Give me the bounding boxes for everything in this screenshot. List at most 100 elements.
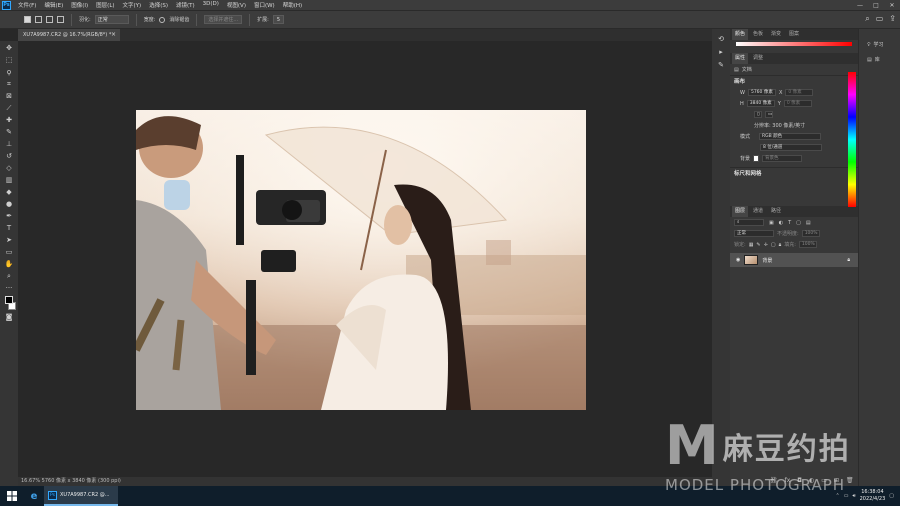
- blend-mode-select[interactable]: 正常: [734, 230, 774, 237]
- volume-icon[interactable]: 🔊︎: [852, 493, 855, 499]
- search-icon[interactable]: ⌕: [865, 14, 869, 24]
- tab-properties[interactable]: 属性: [732, 53, 749, 64]
- frame-tool-icon[interactable]: ⊠: [4, 92, 14, 101]
- actions-panel-icon[interactable]: ▸: [716, 48, 726, 57]
- portrait-icon[interactable]: ▯: [754, 111, 762, 118]
- menu-item[interactable]: 视图(V): [223, 1, 250, 9]
- eraser-tool-icon[interactable]: ◇: [4, 164, 14, 173]
- filter-adjust-icon[interactable]: ◐: [779, 220, 783, 226]
- layer-style-icon[interactable]: fx: [785, 477, 791, 484]
- background-swatch[interactable]: [753, 155, 760, 162]
- lock-position-icon[interactable]: ✛: [764, 242, 768, 248]
- fill-field[interactable]: 100%: [798, 241, 817, 248]
- adjustment-layer-icon[interactable]: ◐: [809, 477, 814, 484]
- libraries-item[interactable]: ▤ 库: [867, 56, 900, 64]
- expand-field[interactable]: 5: [272, 15, 285, 24]
- crop-tool-icon[interactable]: ⌗: [4, 80, 14, 89]
- mode-select[interactable]: 正常: [94, 15, 129, 24]
- menu-item[interactable]: 滤镜(T): [172, 1, 199, 9]
- foreground-color-swatch[interactable]: [5, 296, 13, 304]
- lock-paint-icon[interactable]: ✎: [756, 242, 760, 248]
- delete-layer-icon[interactable]: 🗑︎: [846, 477, 854, 484]
- edge-browser-icon[interactable]: e: [24, 491, 44, 502]
- stamp-tool-icon[interactable]: ⊥: [4, 140, 14, 149]
- network-icon[interactable]: ▭: [844, 493, 849, 499]
- lock-artboard-icon[interactable]: ▢: [771, 242, 776, 248]
- history-brush-icon[interactable]: ↺: [4, 152, 14, 161]
- add-mask-icon[interactable]: ◘: [797, 477, 802, 484]
- notification-icon[interactable]: ▢: [889, 493, 894, 499]
- lasso-tool-icon[interactable]: ϙ: [4, 68, 14, 77]
- minimize-button[interactable]: —: [852, 0, 868, 10]
- visibility-eye-icon[interactable]: ◉: [736, 257, 740, 263]
- taskbar-clock[interactable]: 16:38:04 2022/4/23: [860, 489, 886, 503]
- close-tab-icon[interactable]: ×: [111, 29, 116, 41]
- bit-depth-select[interactable]: 8 位/通道: [760, 144, 822, 151]
- menu-item[interactable]: 选择(S): [145, 1, 172, 9]
- tab-gradients[interactable]: 渐变: [768, 29, 784, 40]
- select-and-mask-button[interactable]: 选择并遮住...: [204, 15, 243, 24]
- document-tab[interactable]: XU7A9987.CR2 @ 16.7%(RGB/8*) * ×: [18, 29, 120, 41]
- tab-channels[interactable]: 通道: [750, 206, 766, 217]
- x-field[interactable]: 0 像素: [785, 89, 814, 96]
- healing-tool-icon[interactable]: ✚: [4, 116, 14, 125]
- path-select-icon[interactable]: ➤: [4, 236, 14, 245]
- brush-settings-icon[interactable]: ✎: [716, 61, 726, 70]
- eyedropper-tool-icon[interactable]: ⟋: [4, 104, 14, 113]
- menu-item[interactable]: 窗口(W): [250, 1, 279, 9]
- photoshop-logo[interactable]: Ps: [2, 0, 11, 10]
- tab-swatches[interactable]: 色板: [750, 29, 766, 40]
- menu-item[interactable]: 文件(F): [14, 1, 40, 9]
- tab-patterns[interactable]: 图案: [786, 29, 802, 40]
- subtract-selection-icon[interactable]: [46, 16, 53, 23]
- width-field[interactable]: 5760 像素: [747, 89, 776, 96]
- intersect-selection-icon[interactable]: [57, 16, 64, 23]
- link-layers-icon[interactable]: ⛓: [770, 477, 778, 484]
- menu-item[interactable]: 帮助(H): [279, 1, 306, 9]
- workspace-icon[interactable]: ▭: [876, 14, 884, 24]
- background-select[interactable]: 背景色: [762, 155, 803, 162]
- filter-type-icon[interactable]: T: [788, 220, 791, 226]
- brush-tool-icon[interactable]: ✎: [4, 128, 14, 137]
- rulers-grid-title[interactable]: 标尺和网格: [730, 167, 858, 179]
- antialias-radio[interactable]: [159, 16, 166, 23]
- opacity-field[interactable]: 100%: [801, 230, 820, 237]
- menu-item[interactable]: 编辑(E): [40, 1, 67, 9]
- move-tool-icon[interactable]: ✥: [4, 44, 14, 53]
- tray-chevron-icon[interactable]: ⌃: [836, 493, 840, 499]
- filter-smart-icon[interactable]: ▤: [806, 220, 811, 226]
- blur-tool-icon[interactable]: ◆: [4, 188, 14, 197]
- new-group-icon[interactable]: ▭: [821, 477, 827, 484]
- share-icon[interactable]: ⇪: [889, 14, 896, 24]
- mode-select[interactable]: RGB 颜色: [759, 133, 822, 140]
- tab-adjustments[interactable]: 调整: [750, 53, 766, 64]
- shape-tool-icon[interactable]: ▭: [4, 248, 14, 257]
- landscape-icon[interactable]: ▭: [765, 111, 773, 118]
- color-spectrum[interactable]: [848, 72, 856, 207]
- marquee-tool-icon[interactable]: ⬚: [4, 56, 14, 65]
- close-button[interactable]: ✕: [884, 0, 900, 10]
- taskbar-photoshop[interactable]: Ps XU7A9987.CR2 @...: [44, 486, 118, 506]
- layer-row-background[interactable]: ◉ 背景 🔒︎: [730, 253, 858, 267]
- menu-item[interactable]: 图像(I): [67, 1, 92, 9]
- add-selection-icon[interactable]: [35, 16, 42, 23]
- new-selection-icon[interactable]: [24, 16, 31, 23]
- lock-all-icon[interactable]: 🔒︎: [779, 242, 782, 248]
- menu-item[interactable]: 文字(Y): [119, 1, 146, 9]
- more-tools-icon[interactable]: ···: [4, 284, 14, 293]
- tab-color[interactable]: 颜色: [732, 29, 749, 40]
- canvas-section-title[interactable]: 画布: [730, 75, 858, 87]
- menu-item[interactable]: 3D(D): [199, 1, 223, 9]
- menu-item[interactable]: 图层(L): [92, 1, 118, 9]
- hand-tool-icon[interactable]: ✋: [4, 260, 14, 269]
- lock-pixels-icon[interactable]: ▦: [749, 242, 754, 248]
- quick-mask-icon[interactable]: ◙: [4, 313, 14, 322]
- height-field[interactable]: 3840 像素: [746, 100, 775, 107]
- dodge-tool-icon[interactable]: ●: [4, 200, 14, 209]
- filter-pixel-icon[interactable]: ▣: [769, 220, 774, 226]
- filter-shape-icon[interactable]: ▢: [796, 220, 801, 226]
- history-panel-icon[interactable]: ⟲: [716, 35, 726, 44]
- y-field[interactable]: 0 像素: [783, 100, 812, 107]
- tab-paths[interactable]: 路径: [768, 206, 784, 217]
- start-button[interactable]: [0, 486, 24, 506]
